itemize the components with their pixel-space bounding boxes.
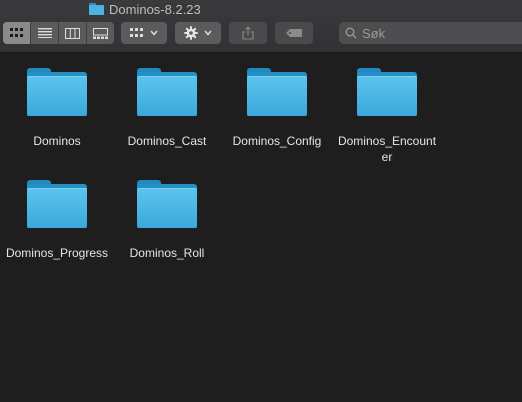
action-button[interactable] <box>175 22 221 44</box>
group-by-button[interactable] <box>121 22 167 44</box>
columns-icon <box>65 27 80 39</box>
icon-view-button[interactable] <box>3 22 31 44</box>
folder-item[interactable]: Dominos_Encounter <box>332 68 442 165</box>
column-view-button[interactable] <box>59 22 87 44</box>
chevron-down-icon <box>150 30 158 36</box>
finder-window: Dominos-8.2.23 Søk Dominos Dominos_Cast … <box>0 0 522 402</box>
search-field[interactable] <box>339 22 522 44</box>
folder-label: Dominos <box>33 134 81 148</box>
gear-icon <box>184 26 198 40</box>
gallery-icon <box>93 27 108 39</box>
folder-label: Dominos_Progress <box>5 246 109 260</box>
folder-icon <box>357 68 417 116</box>
tag-button[interactable] <box>275 22 313 44</box>
window-title-text: Dominos-8.2.23 <box>109 1 201 17</box>
search-icon <box>345 27 357 39</box>
list-icon <box>37 28 52 38</box>
gallery-view-button[interactable] <box>87 22 114 44</box>
folder-label: Dominos_Roll <box>129 246 205 260</box>
chevron-down-icon <box>204 30 212 36</box>
folder-icon <box>137 180 197 228</box>
folder-label: Dominos_Config <box>232 134 322 148</box>
folder-item[interactable]: Dominos_Progress <box>2 180 112 261</box>
grid-icon <box>9 28 23 37</box>
folder-item[interactable]: Dominos_Roll <box>112 180 222 261</box>
folder-icon <box>27 68 87 116</box>
folder-label: Dominos_Encounter <box>337 134 437 164</box>
folder-icon <box>137 68 197 116</box>
file-icon-grid: Dominos Dominos_Cast Dominos_Config Domi… <box>0 53 522 402</box>
window-title: Dominos-8.2.23 <box>89 1 201 17</box>
view-mode-control <box>3 22 114 44</box>
tag-icon <box>286 29 302 37</box>
group-grid-icon <box>130 28 143 37</box>
folder-icon <box>89 3 104 15</box>
share-button[interactable] <box>229 22 267 44</box>
folder-item[interactable]: Dominos_Cast <box>112 68 222 149</box>
folder-icon <box>247 68 307 116</box>
list-view-button[interactable] <box>31 22 59 44</box>
folder-label: Dominos_Cast <box>127 134 207 148</box>
titlebar: Dominos-8.2.23 <box>0 0 522 53</box>
folder-item[interactable]: Dominos_Config <box>222 68 332 149</box>
share-icon <box>242 26 254 40</box>
folder-icon <box>27 180 87 228</box>
folder-item[interactable]: Dominos <box>2 68 112 149</box>
search-input[interactable] <box>362 25 512 41</box>
